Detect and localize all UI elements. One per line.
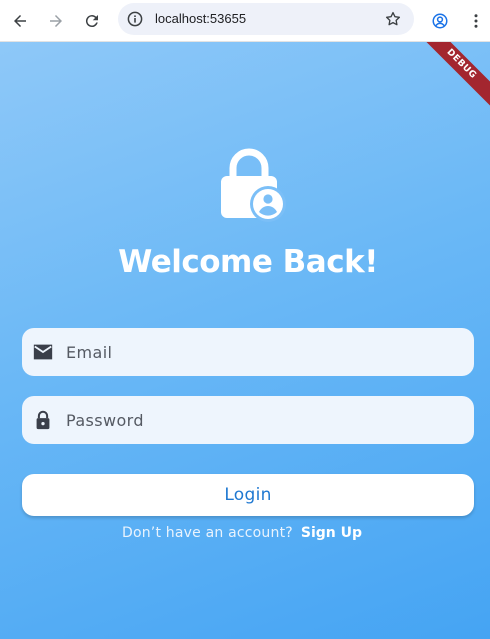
browser-toolbar: localhost:53655: [0, 0, 490, 42]
signup-row: Don’t have an account? Sign Up: [0, 524, 484, 542]
password-field[interactable]: [22, 396, 474, 444]
email-field[interactable]: [22, 328, 474, 376]
reload-button[interactable]: [80, 9, 104, 33]
password-input[interactable]: [66, 396, 462, 444]
info-icon[interactable]: [127, 11, 143, 27]
page-title: Welcome Back!: [118, 244, 378, 280]
email-input[interactable]: [66, 328, 462, 376]
address-bar[interactable]: localhost:53655: [118, 3, 414, 35]
forward-button[interactable]: [44, 9, 68, 33]
more-vert-icon: [474, 14, 478, 28]
lock-person-icon: [221, 148, 286, 222]
email-icon: [33, 344, 53, 360]
lock-icon: [36, 410, 50, 430]
url-text[interactable]: localhost:53655: [155, 10, 246, 28]
profile-button[interactable]: [428, 9, 452, 33]
debug-banner: DEBUG: [413, 42, 490, 113]
browser-menu-button[interactable]: [464, 9, 488, 33]
reload-icon: [85, 15, 98, 28]
login-button[interactable]: Login: [22, 474, 474, 516]
arrow-right-icon: [50, 15, 62, 27]
back-button[interactable]: [8, 9, 32, 33]
signup-prompt: Don’t have an account?: [121, 525, 293, 541]
arrow-left-icon: [14, 15, 26, 27]
login-screen: DEBUG Welcome Back! Login Don’t have an …: [0, 42, 490, 639]
signup-link[interactable]: Sign Up: [301, 525, 362, 541]
bookmark-star-icon[interactable]: [384, 10, 402, 28]
profile-icon: [432, 13, 448, 29]
